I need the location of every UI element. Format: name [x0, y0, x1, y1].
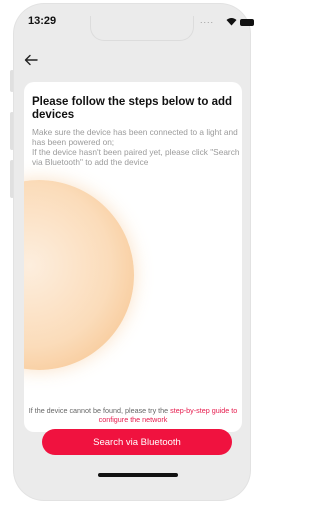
instruction-line-1: Make sure the device has been connected … [32, 127, 238, 147]
page-title: Please follow the steps below to add dev… [32, 96, 233, 121]
home-indicator [98, 473, 178, 477]
battery-icon [240, 19, 254, 26]
status-bar: 13:29 .... [22, 12, 254, 32]
instructions-text: Make sure the device has been connected … [32, 127, 242, 167]
instruction-line-2: If the device hasn't been paired yet, pl… [32, 147, 240, 167]
back-button[interactable] [20, 50, 42, 70]
device-illustration [24, 180, 134, 370]
wifi-icon [226, 18, 237, 26]
status-icons: .... [200, 15, 254, 29]
hint-text: If the device cannot be found, please tr… [28, 406, 171, 415]
signal-dots: .... [200, 15, 215, 25]
arrow-left-icon [24, 54, 38, 66]
search-bluetooth-button[interactable]: Search via Bluetooth [42, 429, 232, 455]
instruction-card: Please follow the steps below to add dev… [24, 82, 242, 432]
not-found-hint: If the device cannot be found, please tr… [24, 406, 242, 424]
status-time: 13:29 [28, 15, 57, 27]
